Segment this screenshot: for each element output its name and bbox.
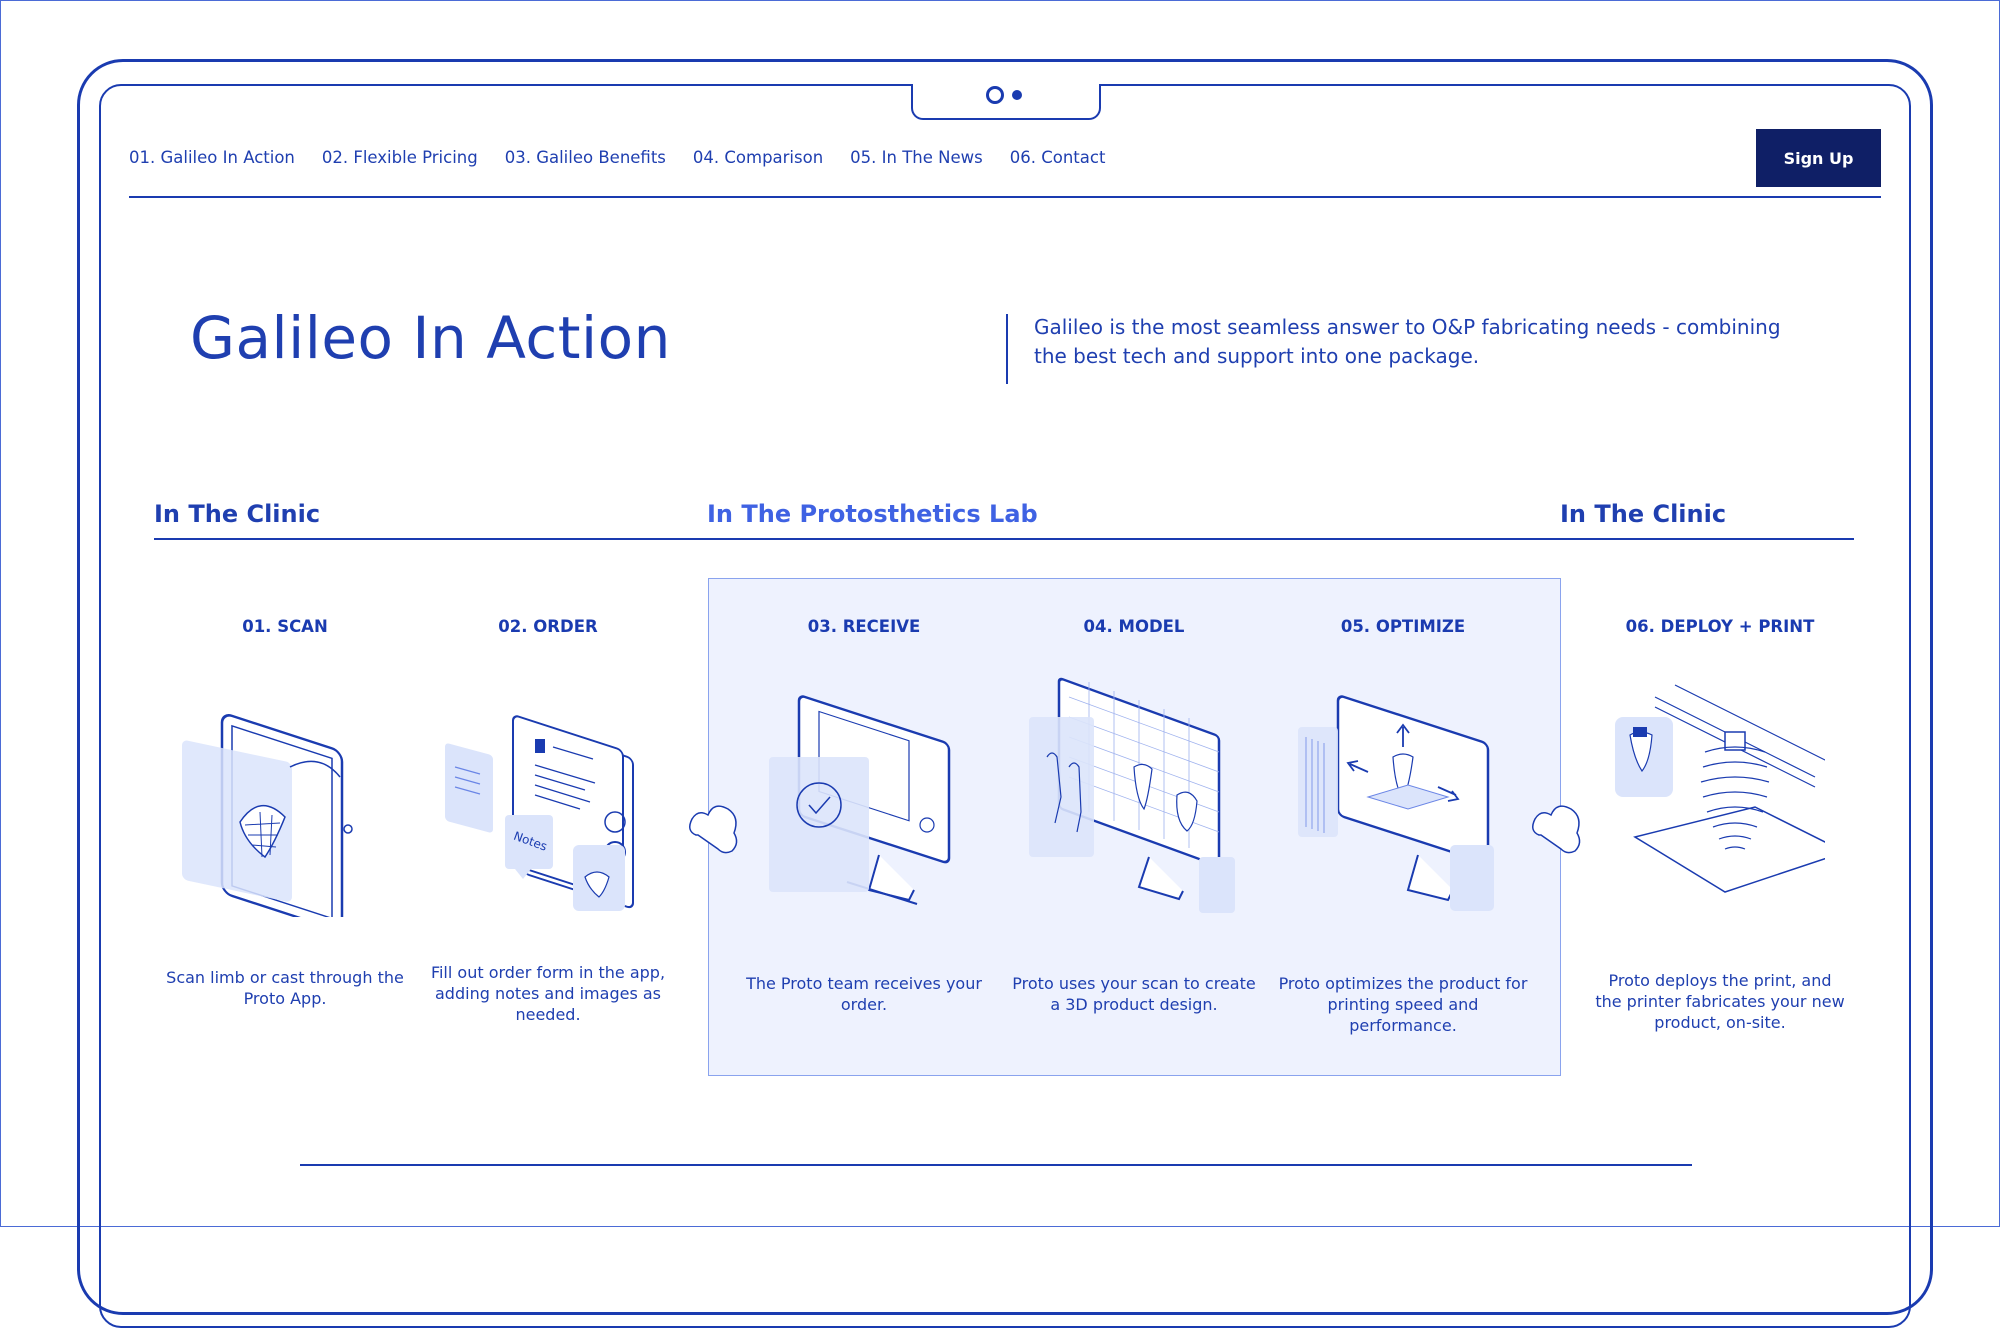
bottom-divider [300,1164,1692,1166]
step-title: 03. RECEIVE [807,617,921,636]
step-title: 06. DEPLOY + PRINT [1625,617,1815,636]
device-notch [911,84,1101,120]
step-title: 05. OPTIMIZE [1340,617,1466,636]
step-description: Scan limb or cast through the Proto App. [166,968,404,1008]
camera-dot-icon [1012,90,1022,100]
camera-ring-icon [986,86,1004,104]
printer-icon [1615,684,1825,893]
hero-divider [1006,314,1008,384]
step-description: The Proto team receives your order. [746,974,982,1014]
monitor-optimize-icon [1298,695,1494,911]
tablet-scan-icon [182,714,353,917]
nav-item-galileo-in-action[interactable]: 01. Galileo In Action [129,148,295,167]
step-description: Proto deploys the print, and the printer… [1595,971,1845,1032]
step-model: 04. MODEL Proto uses your scan to create… [1009,617,1259,1017]
section-label-clinic-left: In The Clinic [154,500,321,528]
nav-divider [129,196,1881,198]
top-nav: 01. Galileo In Action 02. Flexible Prici… [129,148,1105,167]
nav-item-in-the-news[interactable]: 05. In The News [850,148,983,167]
step-optimize: 05. OPTIMIZE Proto optimizes the product… [1278,617,1528,1035]
section-label-lab: In The Protosthetics Lab [707,500,1038,528]
step-order: 02. ORDER Notes Fill out order form in t… [423,617,673,1024]
hero-description: Galileo is the most seamless answer to O… [1034,315,1781,368]
nav-item-contact[interactable]: 06. Contact [1010,148,1106,167]
monitor-model-icon [1029,677,1235,913]
step-deploy-print: 06. DEPLOY + PRINT Proto deploys the pri… [1595,617,1845,1032]
section-label-clinic-right: In The Clinic [1560,500,1727,528]
step-description: Fill out order form in the app, adding n… [430,963,666,1024]
cloud-icon [689,805,738,854]
sign-up-button[interactable]: Sign Up [1756,129,1881,187]
step-receive: 03. RECEIVE The Proto team receives your… [739,617,989,1017]
nav-item-comparison[interactable]: 04. Comparison [693,148,823,167]
step-title: 04. MODEL [1083,617,1185,636]
step-title: 02. ORDER [498,617,598,636]
step-description: Proto optimizes the product for printing… [1278,974,1528,1035]
page-title: Galileo In Action [190,304,671,372]
cloud-icon [1532,805,1581,854]
step-description: Proto uses your scan to create a 3D prod… [1012,974,1256,1014]
step-title: 01. SCAN [242,617,328,636]
order-form-icon: Notes [445,715,634,911]
step-scan: 01. SCAN Scan limb or cast through the P… [160,617,410,1017]
nav-item-flexible-pricing[interactable]: 02. Flexible Pricing [322,148,478,167]
sections-divider [154,538,1854,540]
nav-item-galileo-benefits[interactable]: 03. Galileo Benefits [505,148,666,167]
monitor-receive-icon [769,695,951,905]
